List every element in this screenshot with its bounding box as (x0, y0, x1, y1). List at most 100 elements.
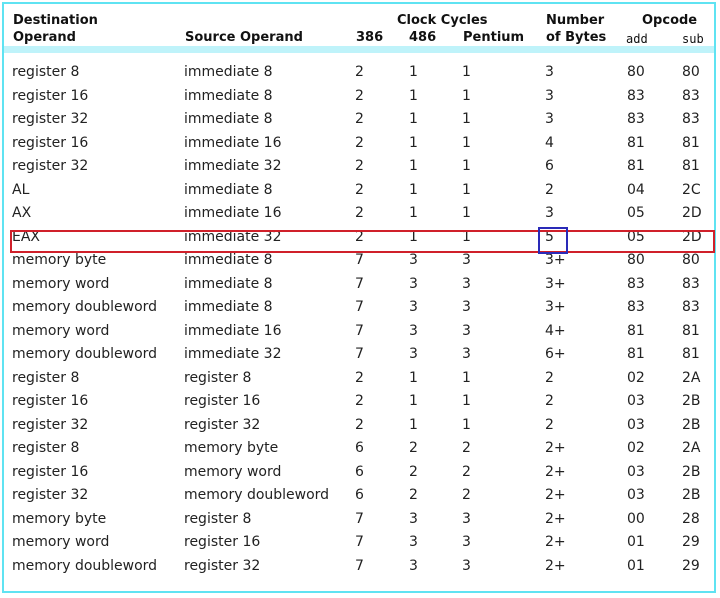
add-opcode-cell: 03 (627, 416, 645, 433)
cycles-486-cell: 3 (409, 557, 418, 574)
cycles-386-cell: 2 (355, 181, 364, 198)
sub-opcode-header: sub (682, 32, 704, 46)
sub-opcode-cell: 80 (682, 64, 700, 80)
destination-cell: AL (12, 181, 30, 198)
source-cell: register 32 (184, 557, 261, 574)
table-header: Destination Operand Source Operand Clock… (4, 4, 714, 48)
cycles-pentium-cell: 3 (462, 557, 471, 574)
table-row: register 32 immediate 32 2 1 1 6 81 81 (4, 155, 714, 178)
cycles-486-cell: 3 (409, 322, 418, 339)
destination-cell: memory doubleword (12, 299, 158, 315)
add-opcode-cell: 03 (627, 463, 645, 480)
table-row: AL immediate 8 2 1 1 2 04 2C (4, 179, 714, 202)
bytes-header-line2: of Bytes (546, 30, 607, 45)
cycles-486-cell: 1 (409, 134, 418, 151)
cycles-pentium-cell: 1 (462, 416, 471, 433)
bytes-cell: 2+ (545, 557, 566, 574)
table-row: register 32 register 32 2 1 1 2 03 2B (4, 414, 714, 437)
destination-cell: register 32 (12, 158, 89, 174)
bytes-cell: 6+ (545, 346, 566, 362)
cycles-pentium-cell: 3 (462, 275, 471, 292)
cycles-386-cell: 6 (355, 440, 364, 456)
bytes-cell: 2+ (545, 440, 566, 456)
cycles-486-cell: 3 (409, 534, 418, 550)
sub-opcode-cell: 83 (682, 275, 700, 292)
table-row: register 32 immediate 8 2 1 1 3 83 83 (4, 108, 714, 131)
cycles-pentium-cell: 3 (462, 252, 471, 268)
add-opcode-cell: 01 (627, 534, 645, 550)
cycles-386-cell: 6 (355, 463, 364, 480)
source-cell: register 16 (184, 534, 261, 550)
destination-cell: register 8 (12, 440, 80, 456)
destination-cell: register 8 (12, 369, 80, 386)
cycles-386-cell: 7 (355, 510, 364, 527)
destination-cell: register 16 (12, 134, 89, 151)
destination-cell: memory doubleword (12, 346, 158, 362)
sub-opcode-cell: 29 (682, 557, 700, 574)
bytes-cell: 2 (545, 393, 554, 409)
cycles-486-cell: 3 (409, 510, 418, 527)
cycles-386-cell: 2 (355, 205, 364, 221)
cycles-386-cell: 2 (355, 158, 364, 174)
bytes-cell: 3 (545, 111, 554, 127)
bytes-cell: 3 (545, 64, 554, 80)
cycles-386-cell: 2 (355, 369, 364, 386)
source-cell: immediate 32 (184, 346, 282, 362)
sub-opcode-cell: 2A (682, 440, 701, 456)
table-row: register 16 register 16 2 1 1 2 03 2B (4, 390, 714, 413)
add-opcode-cell: 03 (627, 487, 645, 503)
source-cell: register 16 (184, 393, 261, 409)
add-opcode-cell: 81 (627, 346, 645, 362)
destination-cell: memory word (12, 275, 110, 292)
cycles-486-cell: 1 (409, 393, 418, 409)
sub-opcode-cell: 2B (682, 416, 701, 433)
cycles-386-cell: 7 (355, 252, 364, 268)
cycles-386-cell: 7 (355, 346, 364, 362)
cycles-pentium-cell: 1 (462, 369, 471, 386)
source-cell: immediate 16 (184, 322, 282, 339)
highlighted-cell-outline (538, 227, 568, 254)
sub-opcode-cell: 29 (682, 534, 700, 550)
source-cell: memory doubleword (184, 487, 330, 503)
destination-cell: AX (12, 205, 32, 221)
table-row: register 16 immediate 8 2 1 1 3 83 83 (4, 85, 714, 108)
cycles-486-cell: 1 (409, 158, 418, 174)
add-opcode-cell: 81 (627, 158, 645, 174)
sub-opcode-cell: 80 (682, 252, 700, 268)
cycles-pentium-cell: 1 (462, 158, 471, 174)
bytes-cell: 4+ (545, 322, 566, 339)
cycles-486-cell: 1 (409, 87, 418, 104)
bytes-cell: 2+ (545, 487, 566, 503)
cycles-386-cell: 7 (355, 557, 364, 574)
cycles-pentium-cell: 3 (462, 510, 471, 527)
clock-cycles-header: Clock Cycles (397, 13, 488, 28)
cycles-pentium-cell: 1 (462, 64, 471, 80)
cycles-pentium-cell: 1 (462, 134, 471, 151)
cycles-pentium-cell: 2 (462, 440, 471, 456)
add-opcode-cell: 04 (627, 181, 645, 198)
bytes-cell: 3+ (545, 275, 566, 292)
table-row: register 16 immediate 16 2 1 1 4 81 81 (4, 132, 714, 155)
486-header: 486 (409, 30, 437, 45)
add-opcode-cell: 03 (627, 393, 645, 409)
cycles-486-cell: 1 (409, 416, 418, 433)
bytes-cell: 3+ (545, 252, 566, 268)
bytes-cell: 2 (545, 181, 554, 198)
bytes-cell: 2 (545, 369, 554, 386)
sub-opcode-cell: 2D (682, 205, 702, 221)
cycles-386-cell: 2 (355, 111, 364, 127)
bytes-cell: 2+ (545, 534, 566, 550)
cycles-486-cell: 1 (409, 369, 418, 386)
sub-opcode-cell: 81 (682, 158, 700, 174)
source-cell: immediate 16 (184, 205, 282, 221)
table-row: memory doubleword immediate 8 7 3 3 3+ 83 83 (4, 296, 714, 319)
cycles-pentium-cell: 1 (462, 181, 471, 198)
sub-opcode-cell: 2B (682, 487, 701, 503)
cycles-pentium-cell: 1 (462, 205, 471, 221)
destination-cell: register 32 (12, 487, 89, 503)
sub-opcode-cell: 2C (682, 181, 701, 198)
destination-cell: memory word (12, 322, 110, 339)
source-cell: immediate 8 (184, 299, 273, 315)
table-row: register 8 register 8 2 1 1 2 02 2A (4, 367, 714, 390)
bytes-cell: 3 (545, 87, 554, 104)
